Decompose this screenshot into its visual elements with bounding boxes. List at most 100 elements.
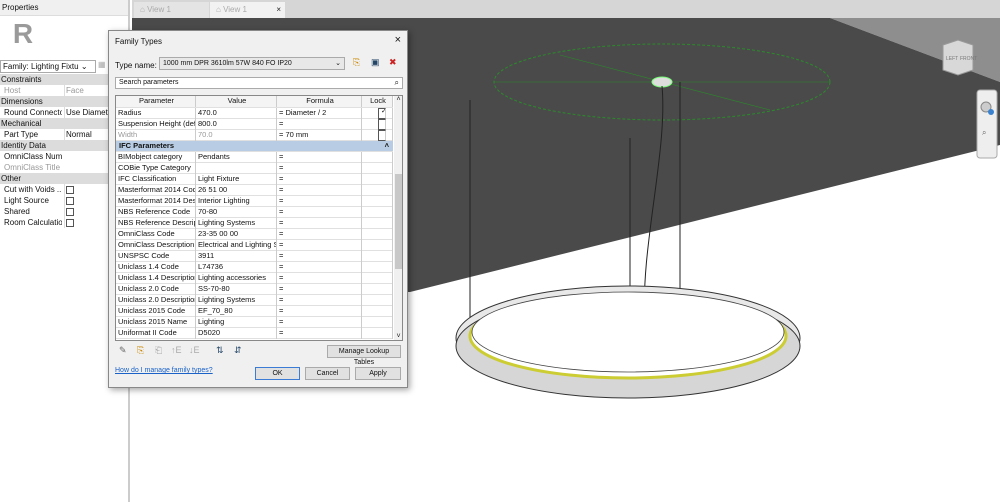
scroll-down-icon[interactable]: ˅ xyxy=(394,333,402,340)
parameter-row[interactable]: Uniclass 2015 Code EF_70_80 = xyxy=(116,306,393,317)
parameter-row[interactable]: NBS Reference Code 70-80 = xyxy=(116,207,393,218)
parameter-row[interactable]: Masterformat 2014 Cod 26 51 00 = xyxy=(116,185,393,196)
edit-parameter-icon[interactable]: ✎ xyxy=(119,345,127,356)
header-lock[interactable]: Lock xyxy=(362,96,393,107)
parameter-value[interactable]: D5020 xyxy=(196,328,277,339)
parameter-row[interactable]: COBie Type Category = xyxy=(116,163,393,174)
parameter-row[interactable]: Uniclass 1.4 Description Lighting accesso… xyxy=(116,273,393,284)
rename-type-icon[interactable]: ▣ xyxy=(371,57,380,68)
parameter-value[interactable]: 26 51 00 xyxy=(196,185,277,196)
parameter-formula[interactable]: = xyxy=(277,284,362,295)
delete-parameter-icon[interactable]: ⎗ xyxy=(155,345,162,356)
parameter-formula[interactable]: = xyxy=(277,306,362,317)
parameter-row[interactable]: Radius470.0= Diameter / 2 ✓ xyxy=(116,108,393,119)
parameter-lock[interactable] xyxy=(362,130,393,141)
parameter-formula[interactable]: = 70 mm xyxy=(277,130,362,141)
sort-descending-icon[interactable]: ⇵ xyxy=(234,345,242,356)
sort-ascending-icon[interactable]: ⇅ xyxy=(216,345,224,356)
lock-checkbox[interactable]: ✓ xyxy=(378,108,386,119)
tab-view-1[interactable]: ⌂ View 1 xyxy=(134,2,209,18)
scroll-up-icon[interactable]: ˄ xyxy=(394,96,402,103)
parameter-formula[interactable]: = Diameter / 2 xyxy=(277,108,362,119)
parameter-value[interactable]: 70.0 xyxy=(196,130,277,141)
parameter-formula[interactable]: = xyxy=(277,218,362,229)
lock-checkbox[interactable] xyxy=(378,130,386,141)
checkbox[interactable] xyxy=(66,218,74,227)
parameter-row[interactable]: Uniclass 2.0 Description Lighting Systems… xyxy=(116,295,393,306)
parameter-value[interactable]: 70-80 xyxy=(196,207,277,218)
parameter-formula[interactable]: = xyxy=(277,251,362,262)
parameter-row[interactable]: NBS Reference Descripti Lighting Systems = xyxy=(116,218,393,229)
parameter-row[interactable]: Uniclass 1.4 Code L74736 = xyxy=(116,262,393,273)
parameter-formula[interactable]: = xyxy=(277,295,362,306)
parameter-formula[interactable]: = xyxy=(277,328,362,339)
apply-button[interactable]: Apply xyxy=(355,367,401,380)
parameter-row[interactable]: BIMobject category Pendants = xyxy=(116,152,393,163)
parameter-formula[interactable]: = xyxy=(277,163,362,174)
new-parameter-icon[interactable]: ⎘ xyxy=(137,345,144,356)
move-up-icon[interactable]: ↑E xyxy=(171,345,182,355)
delete-type-icon[interactable]: ✖ xyxy=(389,57,397,68)
parameter-lock[interactable] xyxy=(362,119,393,130)
checkbox[interactable] xyxy=(66,207,74,216)
new-type-icon[interactable]: ⎘ xyxy=(353,57,360,68)
parameter-row[interactable]: OmniClass Description Electrical and Ligh… xyxy=(116,240,393,251)
parameter-value[interactable]: 3911 xyxy=(196,251,277,262)
parameter-formula[interactable]: = xyxy=(277,119,362,130)
move-down-icon[interactable]: ↓E xyxy=(189,345,200,355)
parameter-formula[interactable]: = xyxy=(277,229,362,240)
parameter-row[interactable]: Uniclass 2.0 Code SS-70-80 = xyxy=(116,284,393,295)
parameter-lock[interactable]: ✓ xyxy=(362,108,393,119)
parameter-formula[interactable]: = xyxy=(277,262,362,273)
header-value[interactable]: Value xyxy=(196,96,277,107)
parameter-formula[interactable]: = xyxy=(277,196,362,207)
parameter-row[interactable]: IFC Classification Light Fixture = xyxy=(116,174,393,185)
tab-view-1-active[interactable]: ⌂ View 1 × xyxy=(210,2,285,18)
parameter-value[interactable]: Lighting Systems xyxy=(196,295,277,306)
parameter-value[interactable]: Pendants xyxy=(196,152,277,163)
checkbox[interactable] xyxy=(66,196,74,205)
cancel-button[interactable]: Cancel xyxy=(305,367,350,380)
close-icon[interactable]: × xyxy=(395,34,401,46)
parameter-row[interactable]: UNSPSC Code 3911 = xyxy=(116,251,393,262)
parameter-value[interactable]: 23-35 00 00 xyxy=(196,229,277,240)
parameter-value[interactable]: Lighting xyxy=(196,317,277,328)
parameter-value[interactable]: Light Fixture xyxy=(196,174,277,185)
manage-lookup-tables-button[interactable]: Manage Lookup Tables xyxy=(327,345,401,366)
lock-checkbox[interactable] xyxy=(378,119,386,130)
ok-button[interactable]: OK xyxy=(255,367,300,380)
header-formula[interactable]: Formula xyxy=(277,96,362,107)
parameter-value[interactable]: Lighting accessories xyxy=(196,273,277,284)
parameter-value[interactable]: Electrical and Lighting S xyxy=(196,240,277,251)
parameter-row[interactable]: Width 70.0 = 70 mm xyxy=(116,130,393,141)
parameter-value[interactable] xyxy=(196,163,277,174)
scrollbar-thumb[interactable] xyxy=(395,174,402,269)
parameter-row[interactable]: Suspension Height (defa 800.0 = xyxy=(116,119,393,130)
parameter-formula[interactable]: = xyxy=(277,240,362,251)
header-parameter[interactable]: Parameter xyxy=(116,96,196,107)
parameter-row[interactable]: Uniclass 2015 Name Lighting = xyxy=(116,317,393,328)
parameter-value[interactable]: Interior Lighting xyxy=(196,196,277,207)
parameter-row[interactable]: Masterformat 2014 Desc Interior Lighting = xyxy=(116,196,393,207)
help-link[interactable]: How do I manage family types? xyxy=(115,367,213,374)
search-parameters-input[interactable]: Search parameters ⌕ xyxy=(115,77,403,89)
ifc-parameters-section[interactable]: IFC Parameters ˄ xyxy=(116,141,393,152)
collapse-icon[interactable]: ˄ xyxy=(385,141,389,151)
parameter-value[interactable]: Lighting Systems xyxy=(196,218,277,229)
parameter-value[interactable]: 800.0 xyxy=(196,119,277,130)
checkbox[interactable] xyxy=(66,185,74,194)
parameter-value[interactable]: L74736 xyxy=(196,262,277,273)
parameter-formula[interactable]: = xyxy=(277,317,362,328)
parameter-formula[interactable]: = xyxy=(277,174,362,185)
parameter-formula[interactable]: = xyxy=(277,273,362,284)
parameter-formula[interactable]: = xyxy=(277,152,362,163)
close-tab-icon[interactable]: × xyxy=(276,5,281,14)
parameter-row[interactable]: OmniClass Code 23-35 00 00 = xyxy=(116,229,393,240)
parameter-value[interactable]: EF_70_80 xyxy=(196,306,277,317)
parameter-value[interactable]: 470.0 xyxy=(196,108,277,119)
parameter-row[interactable]: Uniformat II Code D5020 = xyxy=(116,328,393,339)
type-name-dropdown[interactable]: 1000 mm DPR 3610lm 57W 840 FO IP20 ⌄ xyxy=(159,57,345,70)
parameter-formula[interactable]: = xyxy=(277,207,362,218)
family-type-selector[interactable]: Family: Lighting Fixtu ⌄ xyxy=(0,60,96,73)
parameter-formula[interactable]: = xyxy=(277,185,362,196)
